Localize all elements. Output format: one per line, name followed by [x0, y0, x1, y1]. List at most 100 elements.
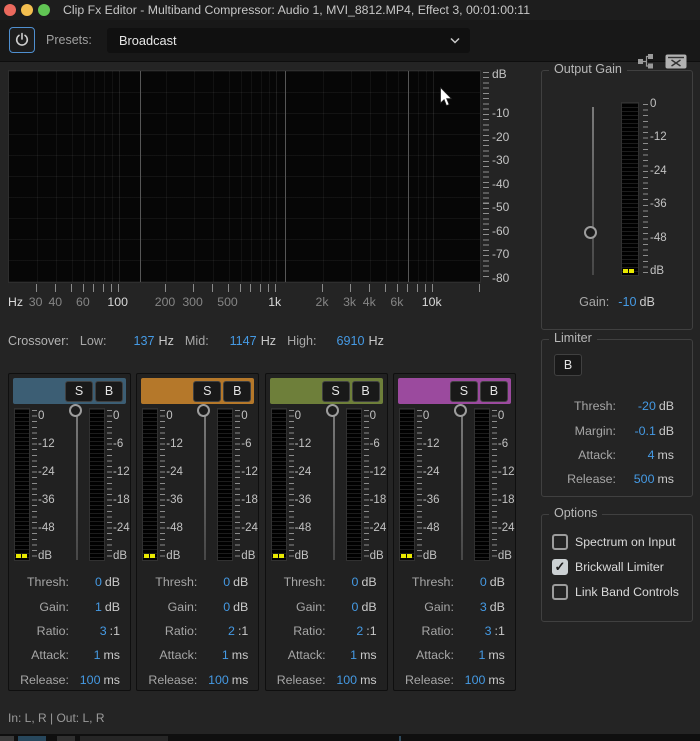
- param-unit: dB: [233, 599, 249, 614]
- param-value[interactable]: 1 ms: [454, 648, 512, 662]
- frequency-tick: [35, 284, 37, 292]
- param-unit: ms: [231, 648, 249, 663]
- threshold-slider-track[interactable]: [332, 411, 335, 560]
- band-bypass-button[interactable]: B: [95, 380, 123, 402]
- threshold-slider-track[interactable]: [460, 411, 463, 560]
- reduction-scale: 0 -6 -12 -18 -24 dB: [497, 408, 517, 562]
- threshold-slider-track[interactable]: [76, 411, 78, 560]
- checkbox-unchecked[interactable]: [552, 583, 568, 600]
- spectrum-grid-line: [268, 71, 270, 282]
- output-gain-title: Output Gain: [549, 62, 627, 76]
- param-number: 0: [479, 575, 487, 590]
- param-value[interactable]: 2:1: [326, 624, 384, 638]
- param-value[interactable]: 100 ms: [197, 673, 255, 687]
- band-4-header[interactable]: SB: [397, 378, 511, 404]
- param-value[interactable]: 3:1: [454, 624, 512, 638]
- param-number: 100: [208, 672, 229, 687]
- threshold-slider-knob[interactable]: [453, 403, 467, 417]
- crossover-low-value[interactable]: 137: [107, 334, 154, 348]
- presets-dropdown[interactable]: Broadcast: [107, 28, 470, 53]
- param-value[interactable]: 0 dB: [326, 600, 384, 614]
- band-2-header[interactable]: SB: [141, 378, 255, 404]
- band-solo-button[interactable]: S: [449, 380, 478, 402]
- param-value[interactable]: 0 dB: [326, 575, 384, 589]
- param-value[interactable]: 0 dB: [69, 575, 127, 589]
- param-number: 1: [94, 599, 102, 614]
- background-timeline-strip: [0, 734, 700, 741]
- param-value[interactable]: 3 dB: [454, 600, 512, 614]
- param-number: 0: [351, 575, 359, 590]
- threshold-slider-knob[interactable]: [69, 403, 82, 417]
- param-value[interactable]: 1 ms: [69, 648, 127, 662]
- close-window-button[interactable]: [4, 4, 16, 16]
- band-panel-3: S B 0 -12 -24 -36 -48 dB 0 -6 -12 -18 -24 dB Thresh: 0 d…: [264, 373, 388, 692]
- param-value[interactable]: 0 dB: [197, 575, 255, 589]
- scale-label: 0: [497, 410, 505, 422]
- crossover-divider-line[interactable]: [407, 71, 409, 282]
- options-title: Options: [549, 506, 603, 520]
- param-value[interactable]: 3:1: [69, 624, 127, 638]
- toolbar: Presets: Broadcast: [0, 20, 700, 69]
- param-value[interactable]: -0.1 dB: [616, 424, 692, 438]
- scale-label: -24: [650, 164, 667, 177]
- threshold-slider-track[interactable]: [204, 411, 207, 560]
- scale-label: -12: [166, 438, 183, 450]
- minimize-window-button[interactable]: [21, 4, 33, 16]
- checkbox-unchecked[interactable]: [552, 533, 568, 550]
- crossover-mid-unit: Hz: [260, 334, 277, 348]
- peak-indicator: [272, 554, 278, 558]
- frequency-tick: [349, 284, 351, 292]
- param-value[interactable]: 0 dB: [197, 600, 255, 614]
- param-unit: ms: [360, 648, 377, 663]
- param-value[interactable]: 100 ms: [69, 673, 127, 687]
- band-bypass-button[interactable]: B: [479, 380, 508, 402]
- zoom-window-button[interactable]: [38, 4, 50, 16]
- crossover-divider-line[interactable]: [140, 71, 142, 282]
- crossover-mid-value[interactable]: 1147: [209, 334, 257, 348]
- routing-button[interactable]: [635, 53, 657, 70]
- close-editor-button[interactable]: [664, 53, 688, 70]
- frequency-label: 10k: [421, 295, 442, 309]
- param-value[interactable]: 0 dB: [454, 575, 512, 589]
- param-number: 100: [336, 672, 358, 687]
- band-solo-button[interactable]: S: [65, 380, 93, 402]
- param-value[interactable]: 4 ms: [616, 448, 692, 462]
- band-params: Thresh: 0 dB Gain: 0 dB Ratio: 2:1 Attack: 1 ms Rel…: [268, 570, 384, 692]
- band-bypass-button[interactable]: B: [351, 380, 380, 402]
- gain-value[interactable]: -10: [618, 295, 636, 309]
- param-value[interactable]: 1 dB: [69, 600, 127, 614]
- param-value[interactable]: -20 dB: [616, 399, 692, 413]
- limiter-bypass-button[interactable]: B: [554, 354, 582, 376]
- bands-container: S B 0 -12 -24 -36 -48 dB 0 -6 -12 -18 -24 dB Thresh: 0 d…: [8, 373, 524, 691]
- param-value[interactable]: 2:1: [197, 624, 255, 638]
- output-gain-slider-track[interactable]: [592, 107, 594, 275]
- level-scale: 0 -12 -24 -36 -48 dB: [38, 408, 64, 562]
- threshold-slider-knob[interactable]: [197, 403, 211, 417]
- param-value[interactable]: 1 ms: [197, 648, 255, 662]
- band-solo-button[interactable]: S: [321, 380, 350, 402]
- chevron-down-icon: [450, 37, 460, 44]
- band-solo-button[interactable]: S: [193, 380, 222, 402]
- spectrum-display[interactable]: [8, 70, 481, 283]
- output-gain-knob[interactable]: [584, 225, 597, 239]
- effect-power-button[interactable]: [9, 27, 35, 53]
- crossover-high-value[interactable]: 6910: [317, 334, 364, 348]
- band-bypass-button[interactable]: B: [223, 380, 252, 402]
- band-1-header[interactable]: SB: [13, 378, 126, 404]
- crossover-divider-line[interactable]: [285, 71, 287, 282]
- scale-label: 0: [166, 410, 173, 422]
- param-value[interactable]: 100 ms: [454, 673, 512, 687]
- limiter-params: Thresh: -20 dB Margin: -0.1 dB Attack: 4 ms Relea…: [542, 394, 692, 492]
- threshold-slider-knob[interactable]: [325, 403, 339, 417]
- scale-label: -12: [497, 466, 515, 478]
- param-unit: ms: [360, 672, 377, 687]
- frequency-tick: [407, 284, 409, 292]
- band-3-header[interactable]: SB: [269, 378, 383, 404]
- peak-indicator: [629, 269, 634, 273]
- param-value[interactable]: 1 ms: [326, 648, 384, 662]
- param-row: Attack: 1 ms: [396, 643, 512, 667]
- param-label: Ratio:: [421, 623, 454, 638]
- checkbox-checked[interactable]: ✓: [552, 558, 568, 575]
- param-value[interactable]: 100 ms: [326, 673, 384, 687]
- param-value[interactable]: 500 ms: [616, 472, 692, 486]
